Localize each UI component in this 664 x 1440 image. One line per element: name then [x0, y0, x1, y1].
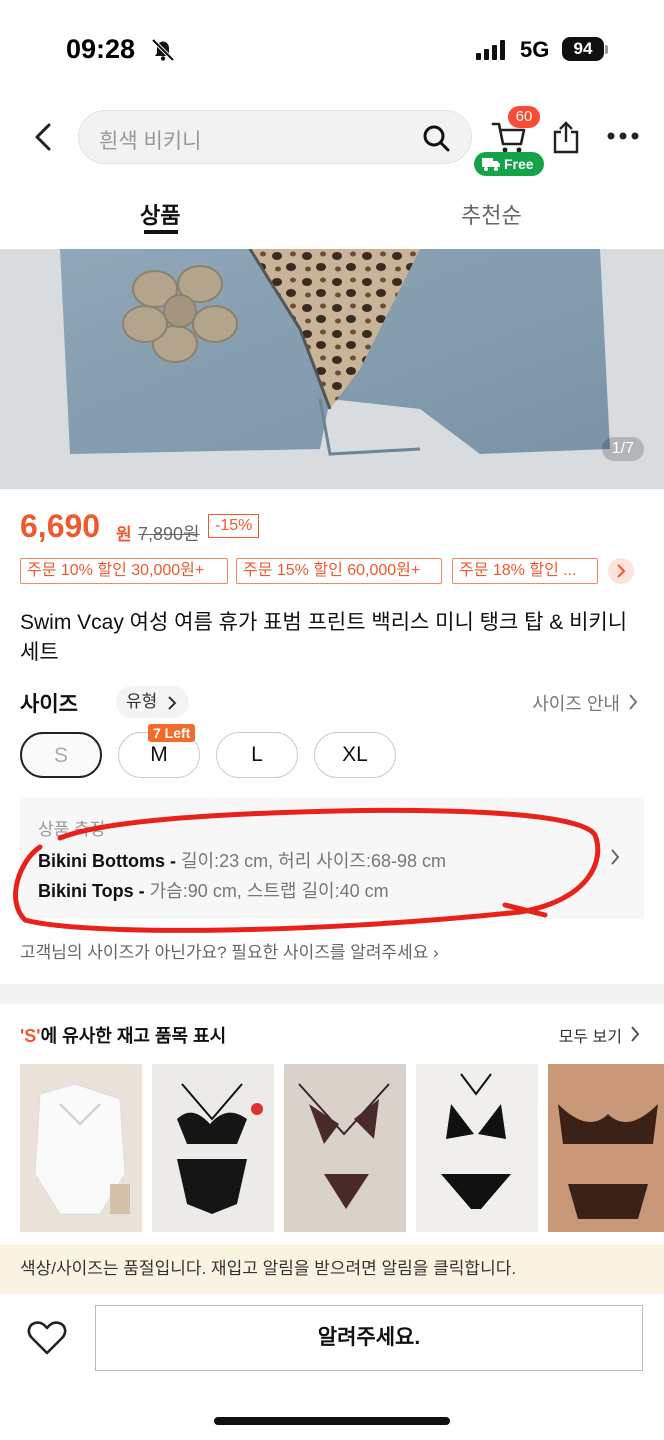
- size-option-l[interactable]: L: [216, 732, 298, 778]
- tab-products[interactable]: 상품: [140, 198, 180, 230]
- network-label: 5G: [520, 37, 550, 62]
- share-icon[interactable]: [552, 120, 580, 154]
- price-row: 6,690 원 7,890원 -15%: [20, 506, 640, 550]
- status-time: 09:28: [66, 34, 136, 64]
- product-image[interactable]: 1/7: [0, 249, 664, 489]
- white-swimsuit-image: [20, 1064, 142, 1232]
- similar-item-thumbnail[interactable]: [20, 1064, 142, 1232]
- size-request-text: 고객님의 사이즈가 아닌가요? 필요한 사이즈를 알려주세요: [20, 943, 429, 962]
- measurement-line: Bikini Bottoms - 길이:23 cm, 허리 사이즈:68-98 …: [38, 847, 446, 873]
- brown-bikini-image: [284, 1064, 406, 1232]
- sold-out-notice: 색상/사이즈는 품절입니다. 재입고 알림을 받으려면 알림을 클릭합니다.: [0, 1244, 664, 1294]
- notify-me-button[interactable]: 알려주세요.: [95, 1305, 643, 1371]
- selected-size-highlight: 'S': [20, 1026, 41, 1046]
- current-price: 6,690: [20, 508, 101, 544]
- page-tabs: 상품 추천순: [0, 190, 664, 242]
- product-title: Swim Vcay 여성 여름 휴가 표범 프린트 백리스 미니 탱크 탑 & …: [20, 611, 628, 664]
- size-request-link[interactable]: 고객님의 사이즈가 아닌가요? 필요한 사이즈를 알려주세요 ›: [20, 938, 439, 963]
- status-bar: 09:28 5G 94: [0, 0, 664, 100]
- coupon-chip[interactable]: 주문 15% 할인 60,000원+: [236, 558, 442, 584]
- measurement-name: Bikini Tops -: [38, 881, 145, 901]
- chevron-right-icon[interactable]: [630, 1026, 640, 1042]
- active-tab-underline: [144, 230, 178, 234]
- size-label: 사이즈: [20, 693, 78, 716]
- chevron-right-icon[interactable]: [610, 849, 620, 865]
- type-selector[interactable]: 유형: [116, 686, 190, 718]
- back-arrow-icon[interactable]: [30, 122, 56, 152]
- product-measurements[interactable]: 상품 측정 Bikini Bottoms - 길이:23 cm, 허리 사이즈:…: [20, 797, 644, 919]
- home-indicator: [214, 1417, 450, 1425]
- cart-count-badge: 60: [508, 106, 540, 128]
- chevron-right-icon[interactable]: [628, 694, 638, 710]
- measurement-detail: 길이:23 cm, 허리 사이즈:68-98 cm: [176, 851, 446, 871]
- chevron-right-icon: [168, 696, 177, 710]
- truck-icon: [482, 158, 500, 171]
- free-label: Free: [504, 156, 534, 172]
- search-input[interactable]: 흰색 비키니: [78, 110, 472, 164]
- measurements-title: 상품 측정: [38, 820, 106, 839]
- coupon-chip[interactable]: 주문 10% 할인 30,000원+: [20, 558, 228, 584]
- measurement-line: Bikini Tops - 가슴:90 cm, 스트랩 길이:40 cm: [38, 877, 389, 903]
- coupon-more-icon[interactable]: [608, 558, 634, 584]
- black-triangle-bikini-image: [416, 1064, 538, 1232]
- similar-item-thumbnail[interactable]: [152, 1064, 274, 1232]
- coupon-row: 주문 10% 할인 30,000원+ 주문 15% 할인 60,000원+ 주문…: [20, 558, 644, 588]
- free-shipping-badge: Free: [474, 152, 544, 176]
- type-label: 유형: [126, 692, 158, 711]
- stock-left-badge: 7 Left: [148, 724, 196, 742]
- original-price: 7,890원: [138, 524, 200, 544]
- battery-nub: [605, 45, 608, 54]
- similar-item-thumbnail[interactable]: [548, 1064, 664, 1232]
- search-query: 흰색 비키니: [99, 130, 202, 153]
- measurement-name: Bikini Bottoms -: [38, 851, 176, 871]
- more-icon[interactable]: [607, 132, 639, 140]
- signal-icon: [476, 40, 505, 60]
- bottom-action-bar: 알려주세요.: [0, 1296, 664, 1396]
- product-photo: [0, 249, 664, 489]
- price-unit: 원: [116, 525, 132, 544]
- tab-recommended[interactable]: 추천순: [461, 198, 522, 230]
- size-options: S M L XL 7 Left: [20, 724, 420, 780]
- bell-muted-icon: [151, 38, 175, 62]
- size-option-s[interactable]: S: [20, 732, 102, 778]
- measurement-detail: 가슴:90 cm, 스트랩 길이:40 cm: [144, 881, 389, 901]
- size-guide-link[interactable]: 사이즈 안내: [532, 690, 620, 716]
- chevron-right-icon: ›: [433, 943, 439, 962]
- heart-icon[interactable]: [27, 1320, 67, 1356]
- similar-items-list: [20, 1064, 664, 1232]
- similar-items-header: 'S'에 유사한 재고 품목 표시 모두 보기: [20, 1020, 644, 1050]
- view-all-link[interactable]: 모두 보기: [559, 1023, 622, 1047]
- coupon-chip[interactable]: 주문 18% 할인 ...: [452, 558, 598, 584]
- similar-item-thumbnail[interactable]: [416, 1064, 538, 1232]
- top-nav: 흰색 비키니 60 Free: [0, 100, 664, 176]
- similar-items-title-text: 에 유사한 재고 품목 표시: [40, 1026, 227, 1046]
- discount-badge: -15%: [208, 514, 260, 538]
- size-header: 사이즈 유형 사이즈 안내: [20, 686, 644, 718]
- size-option-xl[interactable]: XL: [314, 732, 396, 778]
- section-divider: [0, 984, 664, 1004]
- model-brown-bikini-image: [548, 1064, 664, 1232]
- search-icon[interactable]: [421, 123, 451, 153]
- similar-item-thumbnail[interactable]: [284, 1064, 406, 1232]
- similar-items-title: 'S'에 유사한 재고 품목 표시: [20, 1022, 226, 1048]
- battery-icon: 94: [562, 37, 604, 61]
- image-counter: 1/7: [601, 437, 644, 461]
- black-bikini-image: [152, 1064, 274, 1232]
